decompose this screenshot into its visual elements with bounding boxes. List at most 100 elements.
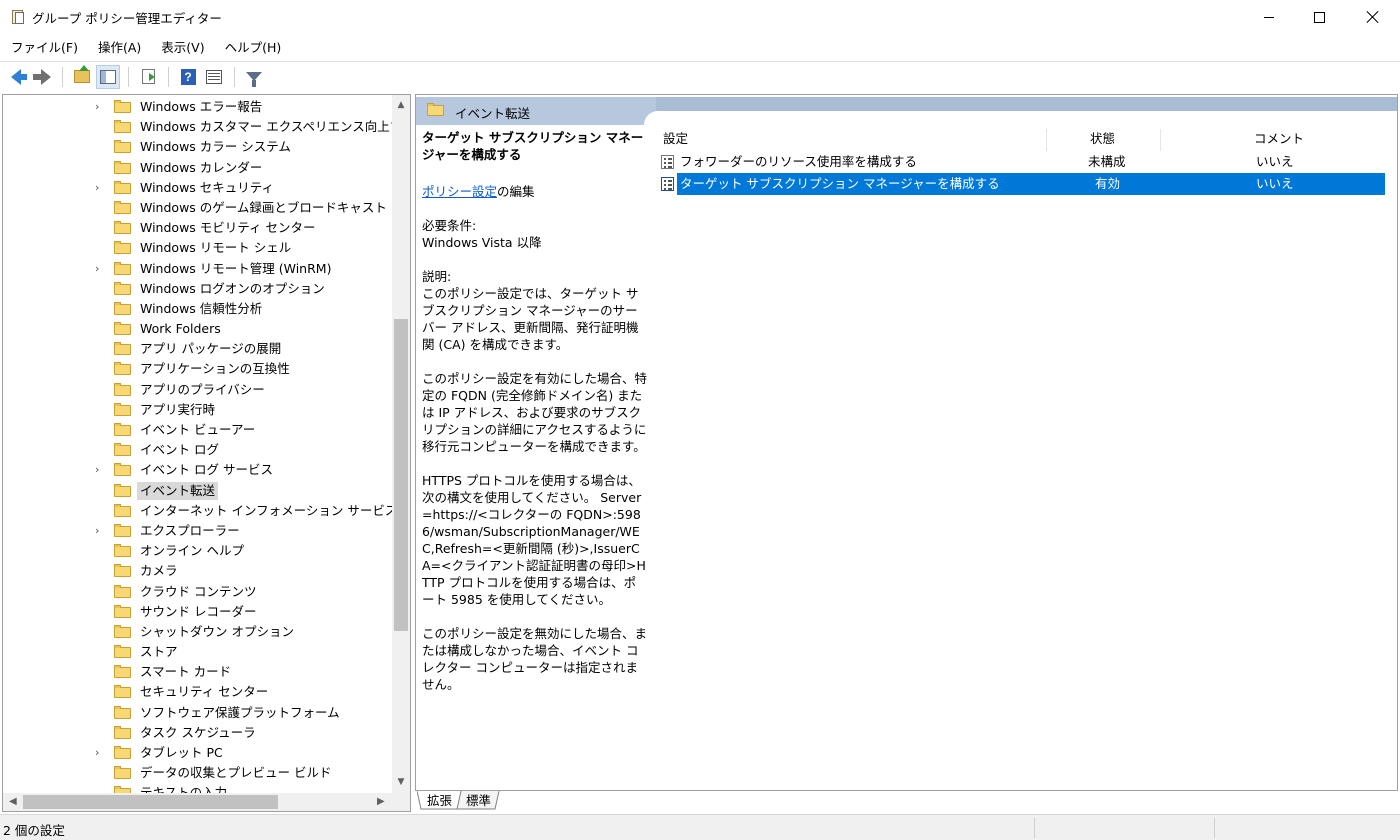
tree-item[interactable]: Windows カラー システム [3,137,391,157]
back-button[interactable] [4,65,28,89]
tree-item[interactable]: アプリケーションの互換性 [3,359,391,379]
expand-chevron-icon[interactable]: › [95,263,105,274]
tree-item-label: イベント転送 [137,481,219,500]
folder-icon [114,564,131,578]
minimize-button[interactable] [1246,0,1292,34]
folder-icon [114,221,131,235]
tree-item[interactable]: Windows カスタマー エクスペリエンス向上プログラ [3,117,410,137]
tree-item[interactable]: カメラ [3,561,391,581]
tree-item-label: Windows のゲーム録画とブロードキャスト [140,199,387,215]
tree-vertical-scrollbar[interactable]: ▲ ▼ [392,95,410,793]
tree-item[interactable]: セキュリティ センター [3,682,391,702]
tab-extended[interactable]: 拡張 [427,791,452,811]
filter-button[interactable] [242,65,266,89]
toolbar-separator [62,66,63,87]
tree-item-label: クラウド コンテンツ [140,583,257,599]
tree-item[interactable]: インターネット インフォメーション サービス [3,501,397,521]
expand-chevron-icon[interactable]: › [95,747,105,758]
column-header-setting[interactable]: 設定 [660,129,688,151]
tree-item[interactable]: イベント ビューアー [3,420,391,440]
tree-item[interactable]: Work Folders [3,319,391,339]
tree-item[interactable]: データの収集とプレビュー ビルド [3,763,391,783]
table-row[interactable]: フォワーダーのリソース使用率を構成する 未構成 いいえ [660,151,1390,173]
toolbar-separator [234,66,235,87]
folder-icon [114,140,131,154]
expand-chevron-icon[interactable]: › [95,464,105,475]
menu-view[interactable]: 表示(V) [150,36,213,60]
tree-item[interactable]: ストア [3,642,391,662]
tree-item[interactable]: Windows のゲーム録画とブロードキャスト [3,198,391,218]
export-list-icon [141,69,155,84]
details-header-title: イベント転送 [455,106,531,121]
tree-item[interactable]: › エクスプローラー [3,521,391,541]
tab-standard[interactable]: 標準 [466,791,491,811]
column-header-comment[interactable]: コメント [1251,129,1304,151]
tree-item[interactable]: › Windows セキュリティ [3,178,391,198]
properties-button[interactable] [202,65,226,89]
folder-icon [114,624,131,638]
tree-item[interactable]: スマート カード [3,662,391,682]
tree-item[interactable]: アプリのプライバシー [3,380,391,400]
scroll-right-icon[interactable]: ▶ [377,796,385,807]
expand-chevron-icon[interactable]: › [95,182,105,193]
tree-item-label: アプリのプライバシー [140,381,265,397]
show-tree-icon [100,69,116,84]
tree-item[interactable]: › タブレット PC [3,743,391,763]
tree-item-label: エクスプローラー [140,522,240,538]
tree-item[interactable]: シャットダウン オプション [3,622,391,642]
tree-horizontal-scrollbar[interactable]: ◀ ▶ [3,793,392,811]
tree-item-label: Windows エラー報告 [140,99,263,114]
tree-item-label: データの収集とプレビュー ビルド [140,765,332,781]
tree-item[interactable]: Windows モビリティ センター [3,218,391,238]
edit-policy-link[interactable]: ポリシー設定 [422,184,497,199]
menu-file[interactable]: ファイル(F) [0,36,87,60]
maximize-button[interactable] [1296,0,1342,34]
tree-item[interactable]: › Windows リモート管理 (WinRM) [3,259,391,279]
export-list-button[interactable] [136,65,160,89]
tree-item[interactable]: Windows ログオンのオプション [3,279,391,299]
explanation-paragraph-3: HTTPS プロトコルを使用する場合は、次の構文を使用してください。 Serve… [422,473,646,607]
forward-button[interactable] [30,65,54,89]
tree-item[interactable]: › イベント ログ サービス [3,460,391,480]
tree-item[interactable]: › Windows エラー報告 [3,97,391,117]
explanation-paragraph-1: このポリシー設定では、ターゲット サブスクリプション マネージャーのサーバー ア… [422,286,639,352]
table-row[interactable]: ターゲット サブスクリプション マネージャーを構成する 有効 いいえ [660,173,1390,195]
tree-item[interactable]: クラウド コンテンツ [3,582,391,602]
tree-item[interactable]: イベント転送 [3,481,391,501]
folder-icon [114,423,131,436]
tree-item[interactable]: Windows リモート シェル [3,238,391,258]
tree-item[interactable]: イベント ログ [3,440,391,460]
tree-item[interactable]: アプリ実行時 [3,400,391,420]
scroll-up-icon[interactable]: ▲ [396,100,406,110]
folder-icon [114,483,131,497]
scroll-left-icon[interactable]: ◀ [9,796,17,807]
tree-item[interactable]: Windows カレンダー [3,158,391,178]
tree-item-label: Windows リモート シェル [140,240,292,256]
folder-icon [114,705,131,719]
explanation-paragraph-4: このポリシー設定を無効にした場合、または構成しなかった場合、イベント コレクター… [422,626,648,692]
expand-chevron-icon[interactable]: › [95,525,105,536]
toolbar-separator [168,66,169,87]
tree-item[interactable]: ソフトウェア保護プラットフォーム [3,703,391,723]
tree-item[interactable]: Windows 信頼性分析 [3,299,391,319]
tree-item[interactable]: アプリ パッケージの展開 [3,339,391,359]
show-hide-tree-button[interactable] [96,64,120,89]
expand-chevron-icon[interactable]: › [95,101,105,112]
tree-item-label: Windows モビリティ センター [140,220,316,236]
scroll-down-icon[interactable]: ▼ [396,777,406,787]
policy-description-panel: ターゲット サブスクリプション マネージャーを構成する ポリシー設定の編集 必要… [422,129,648,710]
help-button[interactable]: ? [176,65,200,89]
tree-item[interactable]: オンライン ヘルプ [3,541,391,561]
folder-icon [114,322,131,336]
tree-item-label: オンライン ヘルプ [140,543,244,559]
tree-item[interactable]: タスク スケジューラ [3,723,391,743]
menu-action[interactable]: 操作(A) [87,36,150,60]
column-header-state[interactable]: 状態 [1087,129,1115,151]
scroll-thumb[interactable] [394,319,408,631]
tree-item[interactable]: サウンド レコーダー [3,602,391,622]
scroll-thumb[interactable] [23,795,278,809]
menu-help[interactable]: ヘルプ(H) [214,36,291,60]
requirements-label: 必要条件: [422,218,477,233]
close-button[interactable] [1350,0,1396,34]
up-one-level-button[interactable] [70,65,94,89]
